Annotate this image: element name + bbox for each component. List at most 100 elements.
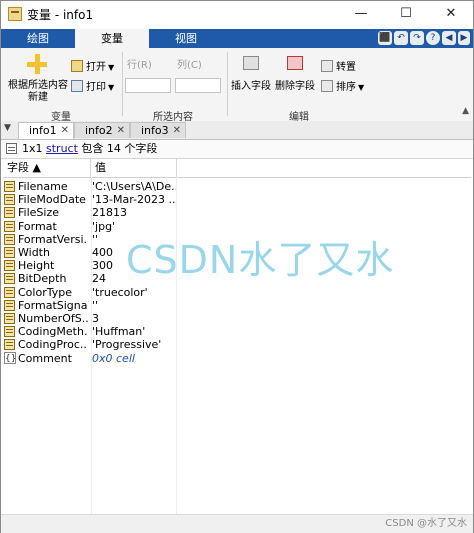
- field-icon: [4, 273, 15, 285]
- field-icon: [4, 233, 15, 245]
- field-value-cell[interactable]: 0x0 cell: [92, 352, 176, 365]
- field-name-cell[interactable]: Height: [18, 259, 88, 272]
- field-name-cell[interactable]: FileModDate: [18, 193, 88, 206]
- sort-icon: [321, 80, 333, 92]
- table-row[interactable]: ColorType 'truecolor': [3, 286, 471, 299]
- document-tabs: ▼ info1 ✕ info2 ✕ info3 ✕: [1, 121, 473, 140]
- tabs-menu-icon[interactable]: ▼: [4, 123, 11, 133]
- field-icon: [4, 286, 15, 298]
- field-name-cell[interactable]: ColorType: [18, 286, 88, 299]
- doc-tab-info1[interactable]: info1 ✕: [18, 122, 74, 139]
- open-button[interactable]: 打开 ▼: [71, 60, 114, 74]
- field-value-cell[interactable]: 'Huffman': [92, 325, 176, 338]
- field-name-cell[interactable]: Comment: [18, 352, 88, 365]
- field-icon: [4, 339, 15, 351]
- table-row[interactable]: {} Comment 0x0 cell: [3, 351, 471, 365]
- table-row[interactable]: NumberOfS... 3: [3, 312, 471, 325]
- struct-summary: 1x1 struct 包含 14 个字段: [22, 142, 157, 156]
- field-name-cell[interactable]: NumberOfS...: [18, 312, 88, 325]
- new-from-selection-button[interactable]: 根据所选内容 新建: [7, 80, 69, 104]
- column-header-value[interactable]: 值: [91, 159, 177, 177]
- tab-plots[interactable]: 绘图: [1, 29, 75, 48]
- close-tab-icon[interactable]: ✕: [173, 123, 181, 139]
- sort-label: 排序: [336, 82, 356, 93]
- field-icon: [4, 194, 15, 206]
- field-icon: [4, 326, 15, 338]
- chevron-down-icon: ▼: [108, 83, 115, 92]
- field-name-cell[interactable]: BitDepth: [18, 272, 88, 285]
- new-from-selection-icon: [27, 54, 47, 74]
- delete-field-button[interactable]: 删除字段: [275, 81, 315, 93]
- help-icon[interactable]: ?: [426, 31, 440, 45]
- struct-field-table: 字段 ▲ 值 Filename 'C:\Users\A\De... FileModD…: [3, 159, 471, 514]
- title-bar: 变量 - info1 — ☐ ✕: [1, 1, 473, 29]
- print-label: 打印: [86, 82, 106, 93]
- field-name-cell[interactable]: Width: [18, 246, 88, 259]
- field-name-cell[interactable]: FormatSigna...: [18, 299, 88, 312]
- table-row[interactable]: FileModDate '13-Mar-2023 ...: [3, 193, 471, 206]
- struct-field-count: 包含 14 个字段: [81, 142, 158, 155]
- sort-button[interactable]: 排序 ▼: [321, 80, 364, 94]
- field-name-cell[interactable]: CodingMeth...: [18, 325, 88, 338]
- table-header: 字段 ▲ 值: [3, 159, 471, 178]
- ribbon-tab-strip: 绘图 变量 视图 ⬛ ↶ ↷ ? ◀ ▶: [1, 29, 473, 48]
- field-value-cell[interactable]: 21813: [92, 206, 176, 219]
- table-row[interactable]: Filename 'C:\Users\A\De...: [3, 180, 471, 193]
- field-name-cell[interactable]: FileSize: [18, 206, 88, 219]
- table-row[interactable]: FileSize 21813: [3, 206, 471, 219]
- open-label: 打开: [86, 62, 106, 73]
- chevron-down-icon: ▼: [358, 83, 365, 92]
- transpose-label: 转置: [336, 62, 356, 73]
- save-icon[interactable]: ⬛: [378, 31, 392, 45]
- delete-field-icon: [287, 56, 303, 70]
- field-icon: [4, 260, 15, 272]
- close-button[interactable]: ✕: [431, 3, 471, 25]
- maximize-button[interactable]: ☐: [386, 3, 426, 25]
- row-field[interactable]: [125, 78, 171, 93]
- tab-view[interactable]: 视图: [149, 29, 223, 48]
- field-value-cell[interactable]: '13-Mar-2023 ...: [92, 193, 176, 206]
- field-value-cell[interactable]: 'C:\Users\A\De...: [92, 180, 176, 193]
- struct-icon: [6, 143, 17, 154]
- variable-editor-icon: [8, 7, 22, 21]
- print-button[interactable]: 打印 ▼: [71, 80, 114, 94]
- doc-tab-info2[interactable]: info2 ✕: [74, 122, 130, 138]
- field-icon: [4, 207, 15, 219]
- struct-link[interactable]: struct: [46, 142, 78, 155]
- transpose-button[interactable]: 转置: [321, 60, 356, 74]
- tab-variable[interactable]: 变量: [75, 29, 149, 48]
- close-tab-icon[interactable]: ✕: [117, 123, 125, 139]
- column-header-field[interactable]: 字段 ▲: [3, 159, 91, 177]
- field-name-cell[interactable]: Format: [18, 220, 88, 233]
- struct-size: 1x1: [22, 142, 43, 155]
- insert-field-button[interactable]: 插入字段: [231, 81, 271, 93]
- close-tab-icon[interactable]: ✕: [61, 123, 69, 139]
- field-value-cell[interactable]: 'Progressive': [92, 338, 176, 351]
- field-name-cell[interactable]: Filename: [18, 180, 88, 193]
- variables-window: 变量 - info1 — ☐ ✕ 绘图 变量 视图 ⬛ ↶ ↷ ? ◀ ▶ 根据…: [0, 0, 474, 533]
- field-value-cell[interactable]: 'truecolor': [92, 286, 176, 299]
- watermark-text: CSDN水了又水: [126, 238, 395, 282]
- redo-icon[interactable]: ↷: [410, 31, 424, 45]
- table-row[interactable]: CodingMeth... 'Huffman': [3, 325, 471, 338]
- field-icon: [4, 220, 15, 232]
- field-name-cell[interactable]: CodingProc...: [18, 338, 88, 351]
- doc-tab-label: info1: [29, 124, 57, 137]
- field-name-cell[interactable]: FormatVersi...: [18, 233, 88, 246]
- minimize-button[interactable]: —: [341, 3, 381, 25]
- ribbon-separator: [227, 52, 228, 116]
- corner-watermark: CSDN @水了又水: [385, 518, 467, 529]
- collapse-ribbon-icon[interactable]: ▲: [462, 106, 469, 116]
- col-field[interactable]: [175, 78, 221, 93]
- field-value-cell[interactable]: 3: [92, 312, 176, 325]
- doc-tab-info3[interactable]: info3 ✕: [130, 122, 186, 138]
- ribbon: 根据所选内容 新建 打开 ▼ 打印 ▼ 变量 行(R) 列(C) 所选内容 插入字段…: [1, 48, 473, 123]
- table-row[interactable]: FormatSigna... '': [3, 299, 471, 312]
- collapse-icon[interactable]: ◀: [442, 31, 456, 45]
- table-row[interactable]: CodingProc... 'Progressive': [3, 338, 471, 351]
- expand-icon[interactable]: ▶: [458, 31, 470, 45]
- undo-icon[interactable]: ↶: [394, 31, 408, 45]
- field-value-cell[interactable]: '': [92, 299, 176, 312]
- field-icon: [4, 181, 15, 192]
- transpose-icon: [321, 60, 333, 72]
